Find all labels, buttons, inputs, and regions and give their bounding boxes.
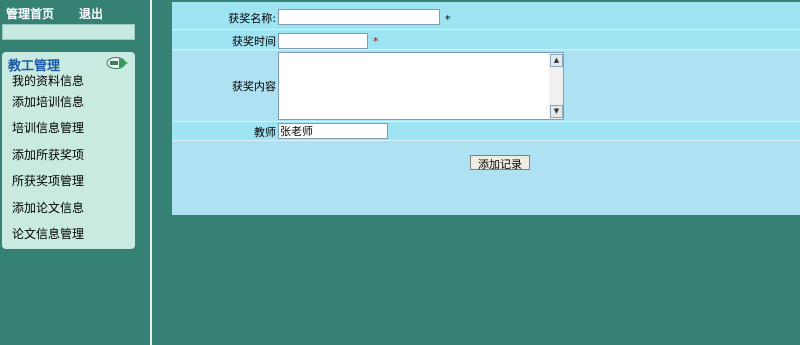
menu-title[interactable]: 教工管理 (8, 55, 60, 74)
award-time-label: 获奖时间 (232, 35, 276, 48)
scroll-up-icon[interactable]: ▲ (550, 54, 563, 67)
sidebar: 管理首页 退出 教工管理 我的资料信息 添加培训信息 培训信息管理 添加所获奖项… (0, 0, 150, 345)
award-name-input[interactable] (278, 9, 440, 25)
add-record-button[interactable]: 添加记录 (470, 155, 530, 171)
sidebar-header-bar (2, 24, 135, 40)
menu-item-add-paper[interactable]: 添加论文信息 (12, 200, 84, 216)
award-name-row: 获奖名称: * (172, 2, 800, 30)
column-divider (150, 0, 152, 345)
award-content-label: 获奖内容 (232, 80, 276, 93)
required-mark: * (373, 35, 379, 48)
logout-link[interactable]: 退出 (79, 6, 103, 22)
teacher-label: 教师 (254, 126, 276, 139)
award-time-input[interactable] (278, 33, 368, 49)
menu-item-add-award[interactable]: 添加所获奖项 (12, 147, 84, 163)
staff-menu-panel: 教工管理 我的资料信息 添加培训信息 培训信息管理 添加所获奖项 所获奖项管理 … (2, 52, 135, 249)
expand-arrow-icon[interactable] (106, 56, 130, 70)
award-form-panel: 获奖名称: * 获奖时间 * 获奖内容 ▲ ▼ 教师 添加记录 (172, 2, 800, 215)
menu-item-manage-training[interactable]: 培训信息管理 (12, 120, 84, 136)
teacher-row: 教师 (172, 122, 800, 141)
menu-item-profile[interactable]: 我的资料信息 (12, 73, 84, 89)
required-mark: * (445, 13, 451, 26)
menu-item-add-training[interactable]: 添加培训信息 (12, 94, 84, 110)
menu-item-manage-papers[interactable]: 论文信息管理 (12, 226, 84, 242)
admin-home-link[interactable]: 管理首页 (6, 6, 54, 22)
award-name-label: 获奖名称: (228, 12, 276, 25)
menu-item-manage-awards[interactable]: 所获奖项管理 (12, 173, 84, 189)
teacher-input[interactable] (278, 123, 388, 139)
textarea-scrollbar[interactable]: ▲ ▼ (549, 53, 563, 119)
award-time-row: 获奖时间 * (172, 30, 800, 50)
award-content-textarea[interactable]: ▲ ▼ (278, 52, 564, 120)
scroll-down-icon[interactable]: ▼ (550, 105, 563, 118)
